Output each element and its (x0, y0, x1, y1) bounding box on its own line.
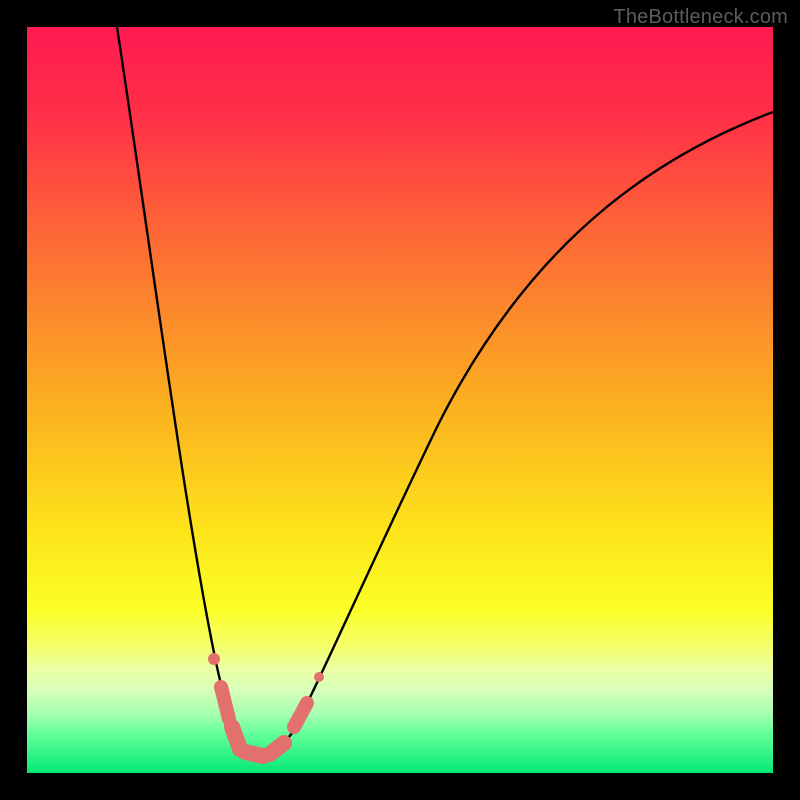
bead-0 (208, 653, 220, 665)
curve-left-curve (117, 27, 292, 755)
bead-2 (232, 727, 240, 749)
bead-6 (314, 672, 324, 682)
bead-4 (270, 743, 284, 754)
chart-plot (27, 27, 773, 773)
bead-1 (221, 687, 229, 719)
chart-frame (27, 27, 773, 773)
bead-5 (294, 703, 307, 727)
bead-3 (245, 752, 263, 756)
watermark-text: TheBottleneck.com (613, 6, 788, 29)
curve-right-curve (292, 112, 773, 733)
